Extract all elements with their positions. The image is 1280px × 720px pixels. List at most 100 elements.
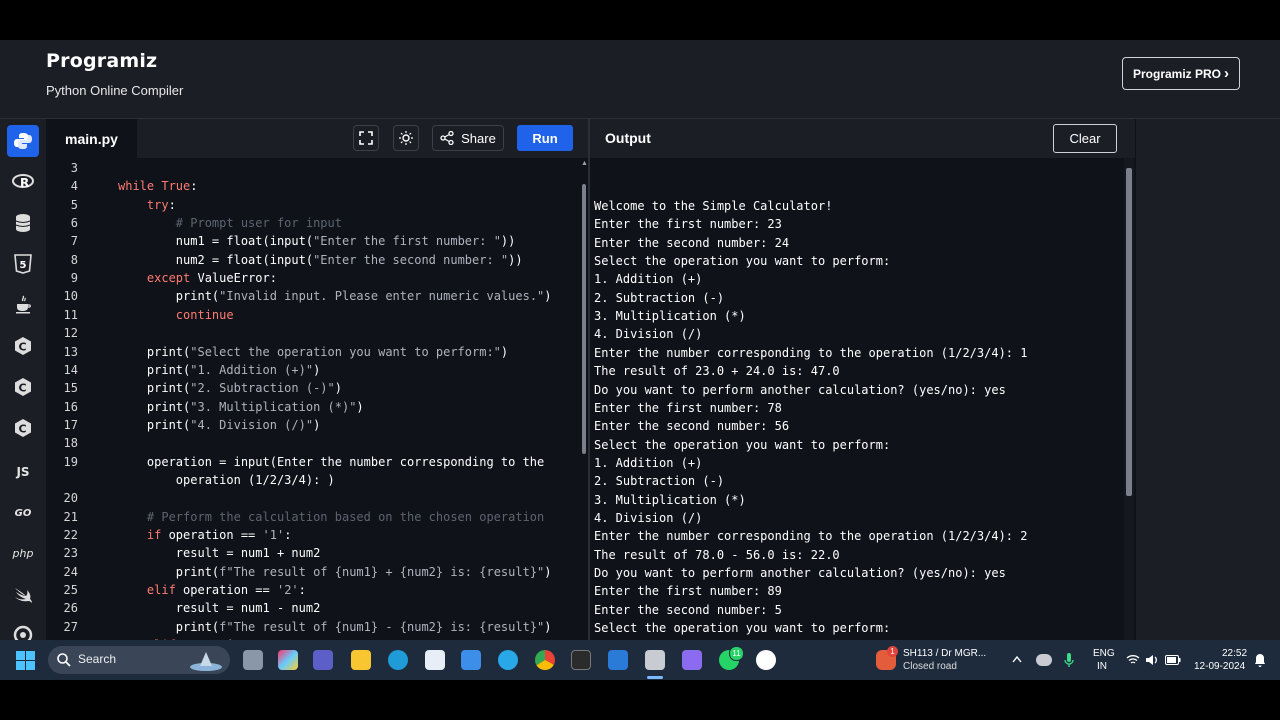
code-line[interactable]: 26 result = num1 - num2	[46, 599, 576, 617]
code-line[interactable]: 9 except ValueError:	[46, 269, 576, 287]
page-subtitle: Python Online Compiler	[46, 83, 184, 98]
code-line[interactable]: 20	[46, 489, 576, 507]
windows-start-icon[interactable]	[16, 651, 35, 670]
language-sidebar: R 5 C C C JS GO php	[0, 119, 46, 640]
media-app-icon[interactable]	[682, 650, 702, 670]
line-number: 23	[63, 546, 78, 561]
line-number: 4	[70, 179, 78, 194]
line-code: print("3. Multiplication (*)")	[118, 399, 364, 414]
terminal-icon[interactable]	[571, 650, 591, 670]
battery-icon[interactable]	[1165, 655, 1181, 665]
share-icon	[440, 131, 454, 145]
sidebar-item-c[interactable]: C	[7, 330, 39, 362]
code-line[interactable]: 19 operation = input(Enter the number co…	[46, 453, 576, 471]
programiz-logo[interactable]: Programiz	[46, 50, 157, 72]
scroll-up-arrow-icon[interactable]: ▲	[581, 160, 588, 167]
output-line: Do you want to perform another calculati…	[594, 566, 1006, 580]
code-line[interactable]: operation (1/2/3/4): )	[46, 471, 576, 489]
clear-button[interactable]: Clear	[1053, 124, 1117, 153]
sidebar-item-r[interactable]: R	[7, 166, 39, 198]
sidebar-item-php[interactable]: php	[7, 537, 39, 569]
browser-app-icon[interactable]	[498, 650, 518, 670]
editor-scrollbar[interactable]	[582, 184, 586, 454]
cloud-icon[interactable]	[1036, 654, 1052, 666]
code-line[interactable]: 15 print("2. Subtraction (-)")	[46, 379, 576, 397]
code-line[interactable]: 4 while True:	[46, 177, 576, 195]
code-line[interactable]: 5 try:	[46, 196, 576, 214]
sidebar-item-html[interactable]: 5	[7, 248, 39, 280]
line-number: 5	[70, 197, 78, 212]
output-scrollbar[interactable]	[1126, 168, 1132, 496]
line-number: 21	[63, 509, 78, 524]
output-line: 4. Division (/)	[594, 327, 703, 342]
microphone-icon[interactable]	[1064, 652, 1074, 668]
teams-icon[interactable]	[313, 650, 333, 670]
code-line[interactable]: 18	[46, 434, 576, 452]
code-line[interactable]: 6 # Prompt user for input	[46, 214, 576, 232]
file-explorer-icon[interactable]	[351, 650, 371, 670]
sidebar-item-python[interactable]	[7, 125, 39, 157]
onedrive-app-icon[interactable]	[461, 650, 481, 670]
share-label: Share	[461, 130, 496, 146]
photos-icon[interactable]	[608, 650, 628, 670]
language-indicator[interactable]: ENG	[1093, 648, 1115, 660]
code-line[interactable]: 11 continue	[46, 306, 576, 324]
line-number: 11	[63, 307, 78, 322]
media-player-icon[interactable]	[756, 650, 776, 670]
volume-icon[interactable]	[1145, 654, 1159, 666]
sidebar-item-csharp[interactable]: C	[7, 412, 39, 444]
taskbar-search[interactable]: Search	[48, 646, 230, 674]
task-view-icon[interactable]	[243, 650, 263, 670]
chrome-icon[interactable]	[535, 650, 555, 670]
notification-bell-icon[interactable]	[1254, 653, 1266, 667]
sidebar-item-go[interactable]: GO	[7, 497, 39, 529]
run-button[interactable]: Run	[517, 125, 573, 151]
snipping-tool-icon[interactable]	[645, 650, 665, 670]
code-line[interactable]: 3	[46, 159, 576, 177]
code-line[interactable]: 14 print("1. Addition (+)")	[46, 361, 576, 379]
output-line: The result of 78.0 - 56.0 is: 22.0	[594, 547, 840, 562]
sidebar-item-cpp[interactable]: C	[7, 371, 39, 403]
code-line[interactable]: 17 print("4. Division (/)")	[46, 416, 576, 434]
search-icon	[57, 653, 71, 667]
code-line[interactable]: 21 # Perform the calculation based on th…	[46, 508, 576, 526]
share-button[interactable]: Share	[432, 125, 504, 151]
store-icon[interactable]	[425, 650, 445, 670]
line-code: operation = input(Enter the number corre…	[118, 454, 545, 469]
wifi-icon[interactable]	[1126, 654, 1140, 665]
code-line[interactable]: 13 print("Select the operation you want …	[46, 343, 576, 361]
code-line[interactable]: 8 num2 = float(input("Enter the second n…	[46, 251, 576, 269]
chevron-up-icon[interactable]	[1012, 655, 1022, 663]
sidebar-item-swift[interactable]	[7, 578, 39, 610]
copilot-icon[interactable]	[278, 650, 298, 670]
clock-time[interactable]: 22:52	[1222, 648, 1247, 660]
fullscreen-button[interactable]	[353, 125, 379, 151]
line-code: print("4. Division (/)")	[118, 417, 321, 432]
code-line[interactable]: 24 print(f"The result of {num1} + {num2}…	[46, 563, 576, 581]
tab-main-py[interactable]: main.py	[46, 119, 137, 158]
line-code: result = num1 + num2	[118, 546, 321, 561]
programiz-pro-button[interactable]: Programiz PRO ›	[1122, 57, 1240, 90]
edge-icon[interactable]	[388, 650, 408, 670]
java-cup-icon	[16, 295, 31, 314]
code-line[interactable]: 10 print("Invalid input. Please enter nu…	[46, 287, 576, 305]
top-header: Programiz Python Online Compiler Program…	[0, 40, 1280, 119]
code-editor[interactable]: 3 4 while True: 5 try: 6 # Prompt user for i…	[46, 158, 588, 640]
clock-date: 12-09-2024	[1194, 661, 1246, 672]
code-line[interactable]: 22 if operation == '1':	[46, 526, 576, 544]
theme-toggle-button[interactable]	[393, 125, 419, 151]
code-line[interactable]: 7 num1 = float(input("Enter the first nu…	[46, 232, 576, 250]
php-icon: php	[12, 546, 34, 560]
code-line[interactable]: 27 print(f"The result of {num1} - {num2}…	[46, 618, 576, 636]
sidebar-item-sql[interactable]	[7, 207, 39, 239]
code-line[interactable]: 12	[46, 324, 576, 342]
sidebar-item-java[interactable]	[7, 289, 39, 321]
output-line: Do you want to perform another calculati…	[594, 382, 1006, 397]
sidebar-item-javascript[interactable]: JS	[7, 456, 39, 488]
svg-text:C: C	[19, 423, 27, 436]
code-line[interactable]: 16 print("3. Multiplication (*)")	[46, 398, 576, 416]
region-indicator: IN	[1097, 661, 1107, 672]
code-line[interactable]: 23 result = num1 + num2	[46, 544, 576, 562]
sidebar-item-rust[interactable]	[7, 619, 39, 640]
code-line[interactable]: 25 elif operation == '2':	[46, 581, 576, 599]
